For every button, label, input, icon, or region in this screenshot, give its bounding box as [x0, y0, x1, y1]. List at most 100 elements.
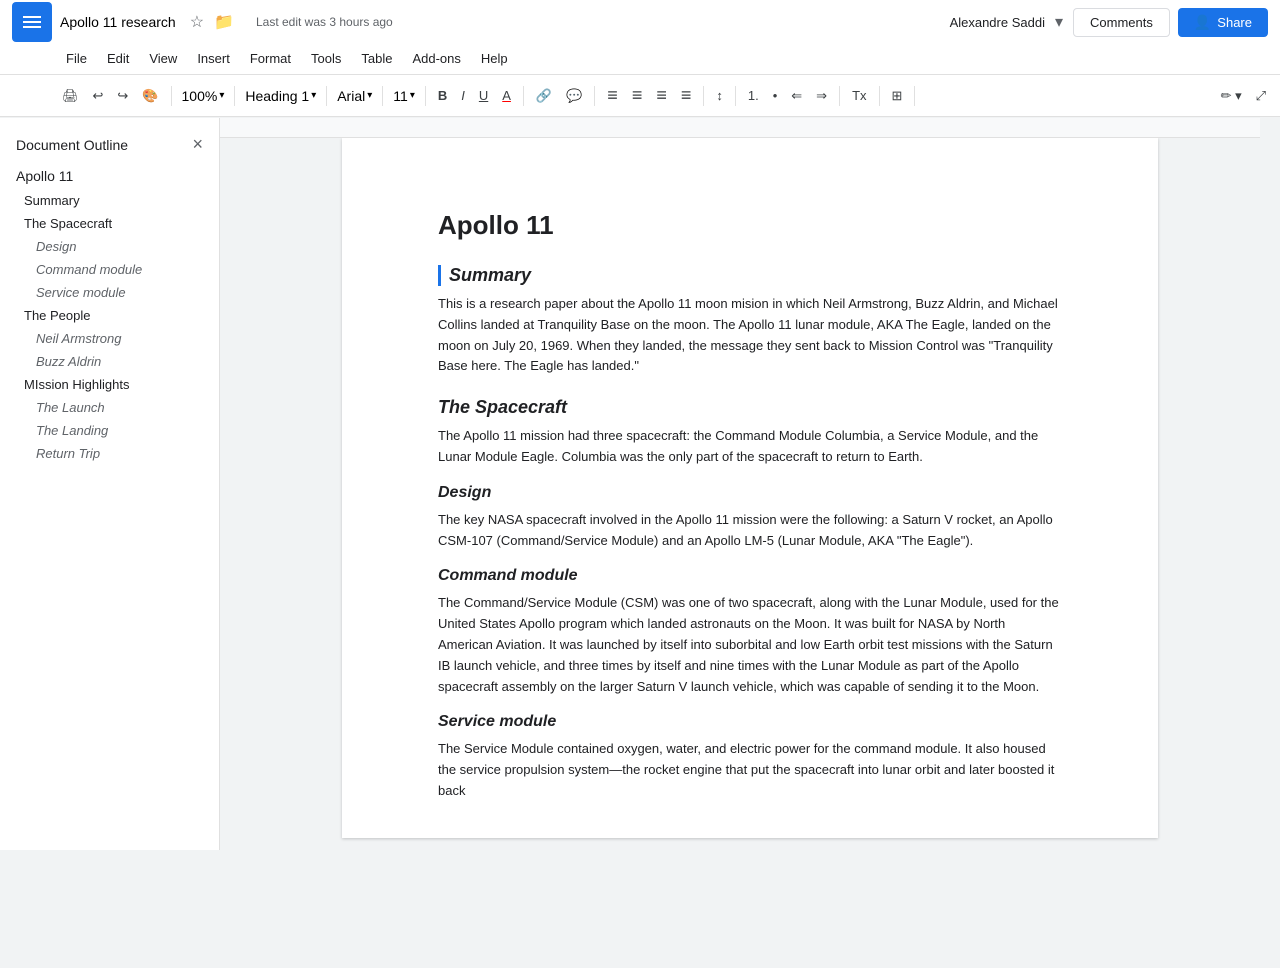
toolbar-sep-7 [594, 86, 595, 106]
section-summary: Summary This is a research paper about th… [438, 265, 1062, 377]
align-justify-button[interactable]: ≡ [675, 81, 698, 110]
document-heading: Apollo 11 [438, 210, 1062, 241]
section-body-design: The key NASA spacecraft involved in the … [438, 510, 1062, 552]
share-button[interactable]: 👤 Share [1178, 8, 1268, 37]
section-body-service-module: The Service Module contained oxygen, wat… [438, 739, 1062, 801]
style-value: Heading 1 [245, 88, 309, 104]
toolbar-sep-2 [234, 86, 235, 106]
toolbar-sep-1 [171, 86, 172, 106]
toolbar-sep-4 [382, 86, 383, 106]
toolbar-sep-12 [914, 86, 915, 106]
font-size-value: 11 [393, 88, 408, 104]
main-content-area: Apollo 11 Summary This is a research pape… [220, 118, 1280, 850]
print-button[interactable]: 🖨 [56, 84, 85, 108]
toolbar-sep-10 [839, 86, 840, 106]
section-heading-design: Design [438, 484, 1062, 502]
menu-item-help[interactable]: Help [471, 47, 518, 70]
zoom-selector[interactable]: 100% ▾ [178, 86, 229, 106]
align-center-button[interactable]: ≡ [626, 81, 649, 110]
redo-button[interactable]: ↪ [111, 84, 134, 108]
style-chevron: ▾ [311, 90, 316, 101]
line-spacing-button[interactable]: ↕ [710, 84, 729, 107]
section-design: Design The key NASA spacecraft involved i… [438, 484, 1062, 552]
menu-item-view[interactable]: View [139, 47, 187, 70]
outline-item-the-spacecraft[interactable]: The Spacecraft [0, 212, 211, 235]
toolbar-sep-5 [425, 86, 426, 106]
outline-items: Apollo 11SummaryThe SpacecraftDesignComm… [0, 163, 219, 465]
style-selector[interactable]: Heading 1 ▾ [241, 86, 320, 106]
outline-item-apollo-11[interactable]: Apollo 11 [0, 163, 211, 189]
layout: Document Outline × Apollo 11SummaryThe S… [0, 118, 1280, 850]
outline-item-service-module[interactable]: Service module [0, 281, 211, 304]
outline-item-return-trip[interactable]: Return Trip [0, 442, 211, 465]
document-page: Apollo 11 Summary This is a research pape… [342, 138, 1158, 838]
toolbar-sep-11 [879, 86, 880, 106]
title-icons: ☆ 📁 [188, 10, 236, 34]
undo-button[interactable]: ↩ [87, 84, 110, 108]
document-sections: Summary This is a research paper about th… [438, 265, 1062, 802]
clear-format-button[interactable]: Tx [846, 84, 872, 107]
link-button[interactable]: 🔗 [530, 84, 558, 108]
outline-item-buzz-aldrin[interactable]: Buzz Aldrin [0, 350, 211, 373]
expand-button[interactable]: ⤢ [1250, 84, 1272, 108]
user-name: Alexandre Saddi [950, 15, 1045, 30]
folder-icon[interactable]: 📁 [212, 10, 236, 34]
toolbar-sep-6 [523, 86, 524, 106]
document-outline-sidebar: Document Outline × Apollo 11SummaryThe S… [0, 118, 220, 850]
menubar: FileEditViewInsertFormatToolsTableAdd-on… [0, 44, 1280, 74]
outline-item-summary[interactable]: Summary [0, 189, 211, 212]
section-heading-the-spacecraft: The Spacecraft [438, 397, 1062, 418]
section-the-spacecraft: The SpacecraftThe Apollo 11 mission had … [438, 397, 1062, 468]
toolbar-sep-9 [735, 86, 736, 106]
toolbar-sep-8 [703, 86, 704, 106]
underline-button[interactable]: U [473, 84, 494, 107]
menu-item-add-ons[interactable]: Add-ons [402, 47, 470, 70]
increase-indent-button[interactable]: ⇒ [810, 84, 833, 108]
italic-button[interactable]: I [455, 84, 471, 107]
font-size-selector[interactable]: 11 ▾ [389, 86, 419, 106]
decrease-indent-button[interactable]: ⇐ [785, 84, 808, 108]
share-person-icon: 👤 [1194, 14, 1211, 31]
menu-item-format[interactable]: Format [240, 47, 301, 70]
ruler [220, 118, 1260, 138]
bold-button[interactable]: B [432, 84, 453, 107]
edit-mode-button[interactable]: ✏ ▾ [1215, 84, 1248, 108]
toolbar-sep-3 [326, 86, 327, 106]
outline-item-design[interactable]: Design [0, 235, 211, 258]
columns-button[interactable]: ⊞ [886, 84, 909, 108]
menu-item-file[interactable]: File [56, 47, 97, 70]
title-bar: Apollo 11 research ☆ 📁 Last edit was 3 h… [0, 0, 1280, 44]
section-body-summary: This is a research paper about the Apoll… [438, 294, 1062, 377]
outline-item-the-landing[interactable]: The Landing [0, 419, 211, 442]
outline-item-command-module[interactable]: Command module [0, 258, 211, 281]
menu-item-table[interactable]: Table [351, 47, 402, 70]
text-color-button[interactable]: A [496, 84, 517, 107]
comments-button[interactable]: Comments [1073, 8, 1170, 37]
document-title[interactable]: Apollo 11 research [60, 14, 176, 30]
numbered-list-button[interactable]: 1. [742, 84, 765, 107]
align-left-button[interactable]: ≡ [601, 81, 624, 110]
bulleted-list-button[interactable]: • [767, 84, 784, 107]
app-menu-icon[interactable] [12, 2, 52, 42]
font-selector[interactable]: Arial ▾ [333, 86, 376, 106]
outline-item-the-launch[interactable]: The Launch [0, 396, 211, 419]
align-right-button[interactable]: ≡ [650, 81, 673, 110]
paint-format-button[interactable]: 🎨 [136, 84, 164, 108]
section-heading-summary: Summary [438, 265, 1062, 286]
last-edit-label: Last edit was 3 hours ago [256, 15, 942, 29]
star-icon[interactable]: ☆ [188, 10, 206, 34]
outline-item-the-people[interactable]: The People [0, 304, 211, 327]
menu-item-edit[interactable]: Edit [97, 47, 139, 70]
user-area: Alexandre Saddi ▾ Comments 👤 Share [950, 8, 1268, 37]
menu-item-tools[interactable]: Tools [301, 47, 351, 70]
user-chevron[interactable]: ▾ [1053, 10, 1065, 34]
outline-item-neil-armstrong[interactable]: Neil Armstrong [0, 327, 211, 350]
outline-item-mission-highlights[interactable]: MIssion Highlights [0, 373, 211, 396]
zoom-value: 100% [182, 88, 218, 104]
comment-button[interactable]: 💬 [560, 84, 588, 108]
sidebar-close-button[interactable]: × [192, 134, 203, 155]
section-heading-service-module: Service module [438, 713, 1062, 731]
menu-item-insert[interactable]: Insert [187, 47, 240, 70]
section-heading-command-module: Command module [438, 567, 1062, 585]
font-chevron: ▾ [367, 90, 372, 101]
